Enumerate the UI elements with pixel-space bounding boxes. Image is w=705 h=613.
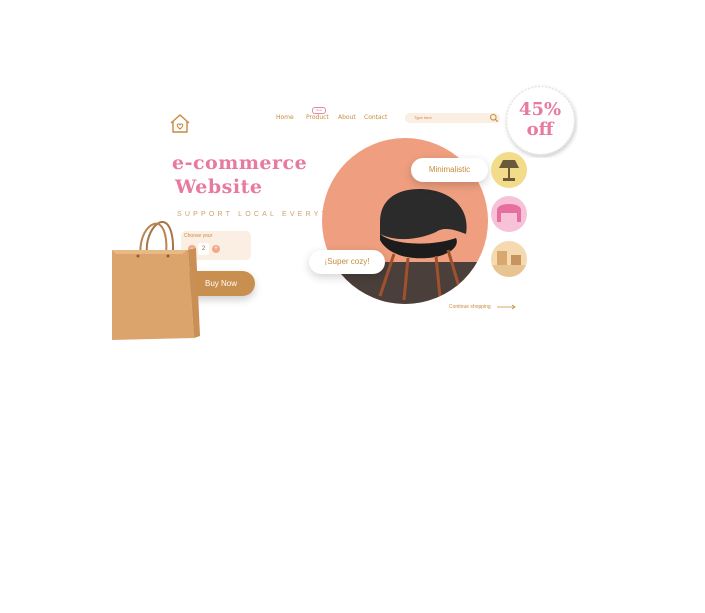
armchair-icon: [497, 204, 521, 222]
room-icon: [491, 251, 527, 277]
quantity-increment-button[interactable]: +: [212, 245, 220, 253]
home-logo-icon[interactable]: [169, 112, 191, 134]
arrow-right-icon[interactable]: [497, 304, 517, 310]
chair-image: [378, 189, 467, 301]
nav-home[interactable]: Home: [276, 114, 294, 121]
page-title-line1: e-commerce: [172, 152, 308, 174]
discount-off-label: off: [526, 119, 554, 140]
nav-contact[interactable]: Contact: [364, 114, 387, 121]
tag-minimalistic[interactable]: Minimalistic: [411, 158, 488, 182]
tag-super-cozy[interactable]: ¡Super cozy!: [309, 250, 385, 274]
nav-product[interactable]: Product: [306, 114, 329, 121]
nav-about[interactable]: About: [338, 114, 356, 121]
shopping-bag-icon: [112, 221, 200, 340]
continue-shopping-link[interactable]: Continue shopping: [449, 304, 491, 310]
discount-percent: 45%: [518, 99, 562, 120]
new-badge: New: [312, 107, 326, 114]
search-icon[interactable]: [489, 113, 499, 123]
page-title-line2: Website: [175, 176, 263, 198]
thumbnail-room[interactable]: [491, 241, 527, 277]
thumbnail-pink-chair[interactable]: [491, 196, 527, 232]
search-placeholder: Type here: [414, 115, 432, 120]
